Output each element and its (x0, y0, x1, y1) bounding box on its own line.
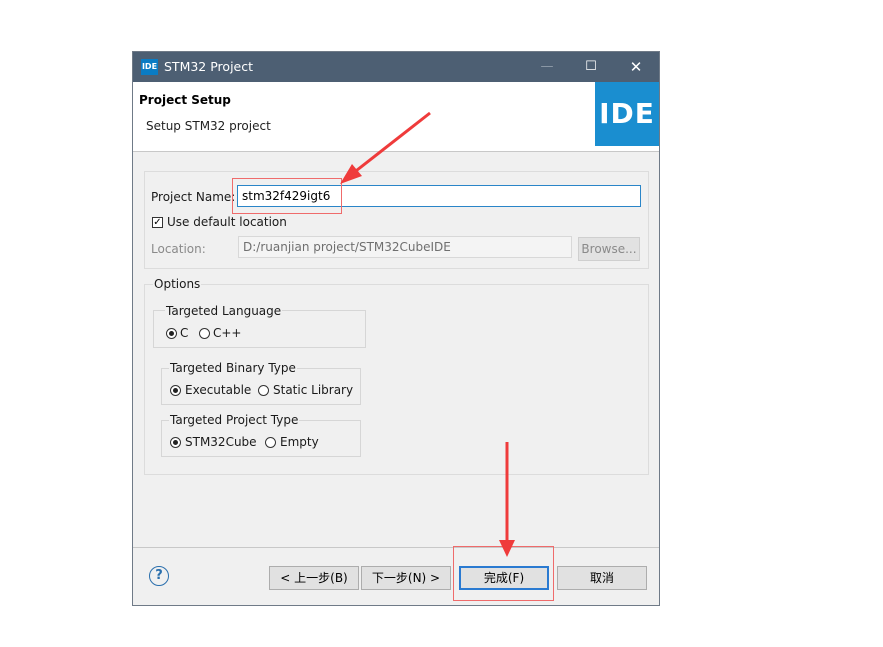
title-bar[interactable]: IDE STM32 Project — ☐ ✕ (133, 52, 659, 82)
stm32-project-dialog: IDE STM32 Project — ☐ ✕ Project Setup Se… (132, 51, 660, 606)
page-title: Project Setup (139, 93, 231, 107)
binary-executable-radio[interactable] (170, 385, 181, 396)
project-type-empty-label: Empty (280, 435, 319, 449)
language-c-radio[interactable] (166, 328, 177, 339)
targeted-language-title: Targeted Language (165, 304, 283, 318)
project-type-empty-radio[interactable] (265, 437, 276, 448)
next-button[interactable]: 下一步(N) > (361, 566, 451, 590)
binary-static-library-label: Static Library (273, 383, 354, 397)
window-title: STM32 Project (164, 59, 254, 74)
binary-static-library-radio[interactable] (258, 385, 269, 396)
location-input[interactable]: D:/ruanjian project/STM32CubeIDE (238, 236, 572, 258)
help-icon[interactable]: ? (149, 566, 169, 586)
use-default-location-checkbox[interactable]: ✓ (152, 217, 163, 228)
project-type-stm32cube-label: STM32Cube (185, 435, 257, 449)
language-cpp-label: C++ (213, 326, 242, 340)
browse-button[interactable]: Browse... (578, 237, 640, 261)
options-title: Options (153, 277, 202, 291)
binary-executable-label: Executable (185, 383, 252, 397)
project-type-stm32cube-radio[interactable] (170, 437, 181, 448)
close-icon[interactable]: ✕ (614, 52, 658, 82)
page-subtitle: Setup STM32 project (146, 119, 271, 133)
targeted-project-type-title: Targeted Project Type (169, 413, 300, 427)
wizard-banner: Project Setup Setup STM32 project IDE (133, 82, 659, 152)
location-label: Location: (151, 242, 206, 256)
minimize-icon[interactable]: — (525, 52, 569, 82)
use-default-location-label: Use default location (167, 215, 287, 229)
finish-button[interactable]: 完成(F) (459, 566, 549, 590)
project-name-label: Project Name: (151, 190, 236, 204)
cancel-button[interactable]: 取消 (557, 566, 647, 590)
ide-logo: IDE (595, 82, 659, 146)
maximize-icon[interactable]: ☐ (569, 52, 613, 82)
back-button[interactable]: < 上一步(B) (269, 566, 359, 590)
language-cpp-radio[interactable] (199, 328, 210, 339)
ide-app-icon: IDE (141, 59, 158, 75)
project-name-input[interactable]: stm32f429igt6 (237, 185, 641, 207)
targeted-binary-type-title: Targeted Binary Type (169, 361, 297, 375)
language-c-label: C (180, 326, 189, 340)
footer-divider (133, 547, 659, 548)
